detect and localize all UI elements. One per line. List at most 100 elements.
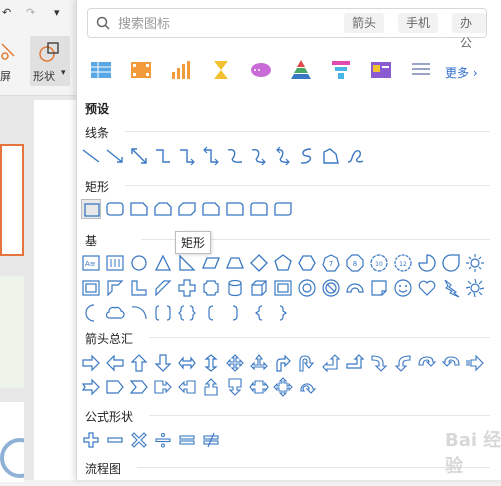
funnel-icon[interactable] [329,58,353,82]
l-shape[interactable] [129,278,149,298]
undo-icon[interactable]: ↶ [2,6,11,19]
curved-up-arrow-shape[interactable] [417,353,437,373]
snip-same-side-rect-shape[interactable] [153,199,173,219]
dodecagon-shape[interactable]: 12 [393,253,413,273]
hourglass-icon[interactable] [209,58,233,82]
left-arrow-shape[interactable] [105,353,125,373]
right-arrow-callout-shape[interactable] [153,377,173,397]
left-right-arrow-shape[interactable] [177,353,197,373]
left-arrow-callout-shape[interactable] [177,377,197,397]
moon-shape[interactable] [81,303,101,323]
sun-shape[interactable] [465,253,485,273]
donut-shape[interactable] [297,278,317,298]
bent-arrow-shape[interactable] [273,353,293,373]
curved-connector-shape[interactable] [225,146,245,166]
chip-arrow[interactable]: 箭头 [344,13,385,33]
curved-double-arrow-connector-shape[interactable] [273,146,293,166]
octagon-shape[interactable]: 8 [345,253,365,273]
curve-shape[interactable] [297,146,317,166]
hexagon-shape[interactable] [297,253,317,273]
left-right-arrow-callout-shape[interactable] [249,377,269,397]
diamond-shape[interactable] [249,253,269,273]
up-arrow-callout-shape[interactable] [201,377,221,397]
not-equal-shape[interactable] [201,430,221,450]
snip-diagonal-rect-shape[interactable] [177,199,197,219]
slide-thumbnail-3[interactable] [0,402,40,482]
curved-left-arrow-shape[interactable] [393,353,413,373]
filmstrip-icon[interactable] [129,58,153,82]
customize-toolbar-icon[interactable]: ▾ [54,6,60,19]
elbow-connector-shape[interactable] [153,146,173,166]
search-input[interactable] [116,13,340,35]
curved-down-arrow-shape[interactable] [441,353,461,373]
list-icon[interactable] [409,58,433,82]
lightning-bolt-shape[interactable] [441,278,461,298]
equal-shape[interactable] [177,430,197,450]
heptagon-shape[interactable]: 7 [321,253,341,273]
minus-shape[interactable] [105,430,125,450]
heart-shape[interactable] [417,278,437,298]
elbow-arrow-connector-shape[interactable] [177,146,197,166]
cross-shape[interactable] [177,278,197,298]
decagon-shape[interactable]: 10 [369,253,389,273]
trapezoid-shape[interactable] [225,253,245,273]
striped-right-arrow-shape[interactable] [465,353,485,373]
folded-corner-shape[interactable] [369,278,389,298]
slide-thumbnail-1[interactable] [0,144,24,256]
can-shape[interactable] [225,278,245,298]
smiley-face-shape[interactable] [393,278,413,298]
chevron-arrow-shape[interactable] [129,377,149,397]
curved-arrow-connector-shape[interactable] [249,146,269,166]
elbow-double-arrow-connector-shape[interactable] [201,146,221,166]
up-down-arrow-shape[interactable] [201,353,221,373]
right-arrow-shape[interactable] [81,353,101,373]
search-box[interactable]: 箭头 手机 办公 [87,8,487,50]
pentagon-arrow-shape[interactable] [105,377,125,397]
plus-shape[interactable] [81,430,101,450]
image-card-icon[interactable] [369,58,393,82]
line-shape[interactable] [81,146,101,166]
no-symbol-shape[interactable] [321,278,341,298]
pentagon-shape[interactable] [273,253,293,273]
double-bracket-shape[interactable] [153,303,173,323]
round-single-corner-rect-shape[interactable] [225,199,245,219]
double-brace-shape[interactable] [177,303,197,323]
frame-shape[interactable] [81,278,101,298]
quad-arrow-callout-shape[interactable] [273,377,293,397]
pyramid-icon[interactable] [289,58,313,82]
right-bracket-shape[interactable] [225,303,245,323]
bent-up-arrow-shape[interactable] [345,353,365,373]
slide-thumbnail-2[interactable] [0,276,24,388]
oval-shape[interactable] [129,253,149,273]
sun-burst-shape[interactable] [465,278,485,298]
plaque-shape[interactable] [201,278,221,298]
teardrop-shape[interactable] [441,253,461,273]
chip-office[interactable]: 办公 [452,13,486,50]
shape-button[interactable]: 形状 ▾ [30,36,70,86]
parallelogram-shape[interactable] [201,253,221,273]
u-turn-arrow-shape[interactable] [297,353,317,373]
up-arrow-shape[interactable] [129,353,149,373]
document-canvas[interactable] [34,100,76,480]
snip-single-corner-rect-shape[interactable] [129,199,149,219]
table-icon[interactable] [89,58,113,82]
freeform-shape[interactable] [321,146,341,166]
left-bracket-shape[interactable] [201,303,221,323]
double-arrow-line-shape[interactable] [129,146,149,166]
bar-chart-icon[interactable] [169,58,193,82]
notched-right-arrow-shape[interactable] [81,377,101,397]
vertical-text-box-shape[interactable] [105,253,125,273]
arrow-line-shape[interactable] [105,146,125,166]
right-brace-shape[interactable] [273,303,293,323]
right-triangle-shape[interactable] [177,253,197,273]
screen-label[interactable]: 屏 [0,68,11,84]
screenshot-scissors-icon[interactable] [0,40,16,62]
multiply-shape[interactable] [129,430,149,450]
cube-shape[interactable] [249,278,269,298]
diagonal-stripe-shape[interactable] [153,278,173,298]
rectangle-shape-selected[interactable] [81,199,101,219]
snip-round-rect-shape[interactable] [201,199,221,219]
rounded-rectangle-shape[interactable] [105,199,125,219]
cloud-bubble-icon[interactable] [249,58,273,82]
scribble-shape[interactable] [345,146,365,166]
